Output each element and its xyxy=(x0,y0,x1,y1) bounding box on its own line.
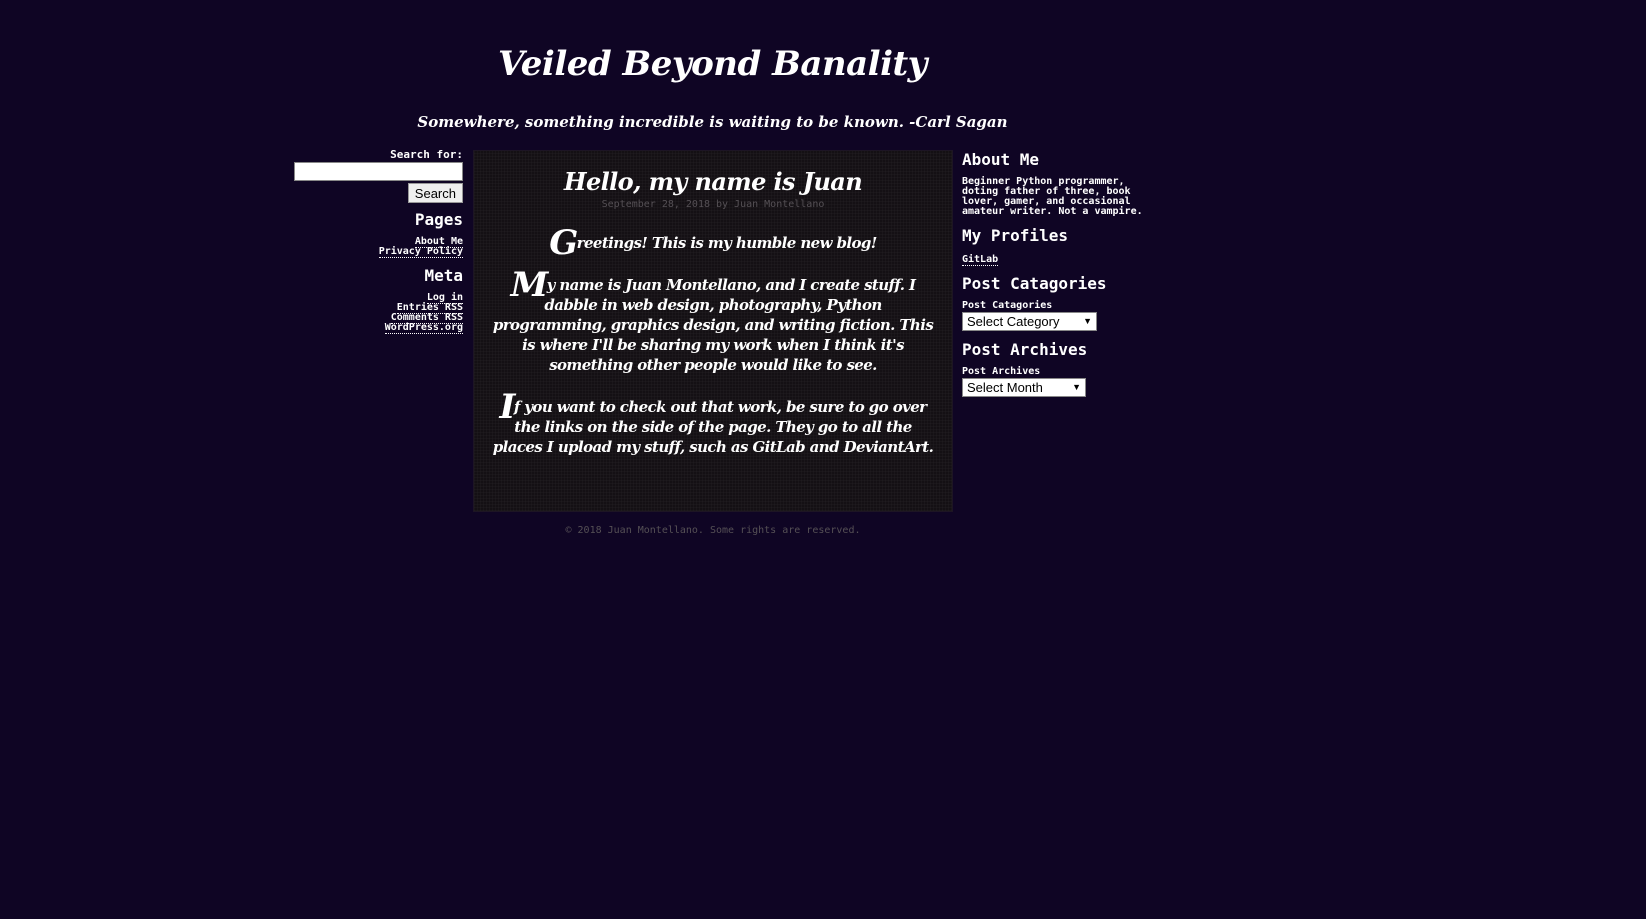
dropcap: M xyxy=(510,265,549,305)
profile-link-label: GitLab xyxy=(962,254,999,266)
post-body: Greetings! This is my humble new blog! M… xyxy=(490,226,936,457)
post-article: Hello, my name is Juan September 28, 201… xyxy=(473,150,953,512)
archives-label: Post Archives xyxy=(962,366,1041,377)
profiles-list: GitLab xyxy=(962,254,1162,266)
categories-widget-title: Post Catagories xyxy=(962,274,1107,293)
categories-label: Post Catagories xyxy=(962,300,1053,311)
meta-list: Log in Entries RSS Comments RSS WordPres… xyxy=(285,292,463,334)
category-select[interactable]: Select Category ▼ xyxy=(962,312,1097,331)
profile-link-gitlab[interactable]: GitLab xyxy=(962,254,1162,266)
archives-widget-title: Post Archives xyxy=(962,340,1088,359)
site-title[interactable]: Veiled Beyond Banality xyxy=(0,44,1425,84)
post-paragraph: If you want to check out that work, be s… xyxy=(490,390,936,457)
page-link-label: Privacy Policy xyxy=(378,246,463,258)
search-input[interactable] xyxy=(294,162,463,181)
archive-select[interactable]: Select Month ▼ xyxy=(962,378,1086,397)
meta-link-wordpress-org[interactable]: WordPress.org xyxy=(285,322,463,334)
profiles-widget-title: My Profiles xyxy=(962,226,1068,245)
post-meta: September 28, 2018 by Juan Montellano xyxy=(601,199,825,210)
left-sidebar: Search for: Search Pages About Me Privac… xyxy=(285,148,463,334)
site-tagline: Somewhere, something incredible is waiti… xyxy=(417,113,1008,131)
search-button[interactable]: Search xyxy=(407,183,463,203)
paragraph-text: reetings! This is my humble new blog! xyxy=(576,234,878,252)
paragraph-text: f you want to check out that work, be su… xyxy=(492,398,934,456)
pages-widget-title: Pages xyxy=(414,210,463,229)
archive-select-value: Select Month xyxy=(967,380,1043,395)
meta-widget-title: Meta xyxy=(424,266,463,285)
chevron-down-icon: ▼ xyxy=(1083,316,1092,326)
post-paragraph: My name is Juan Montellano, and I create… xyxy=(490,268,936,375)
search-label: Search for: xyxy=(390,148,463,161)
paragraph-text: y name is Juan Montellano, and I create … xyxy=(492,276,934,374)
about-text: Beginner Python programmer, doting fathe… xyxy=(962,176,1143,217)
chevron-down-icon: ▼ xyxy=(1072,382,1081,392)
right-sidebar: About Me Beginner Python programmer, dot… xyxy=(962,151,1162,397)
about-widget-title: About Me xyxy=(962,150,1040,169)
category-select-value: Select Category xyxy=(967,314,1060,329)
pages-list: About Me Privacy Policy xyxy=(285,236,463,258)
dropcap: G xyxy=(549,223,578,263)
page-link-privacy-policy[interactable]: Privacy Policy xyxy=(285,246,463,258)
post-paragraph: Greetings! This is my humble new blog! xyxy=(490,226,936,260)
dropcap: I xyxy=(499,387,516,427)
site-footer: © 2018 Juan Montellano. Some rights are … xyxy=(565,525,861,536)
meta-link-label: WordPress.org xyxy=(384,322,463,334)
post-title[interactable]: Hello, my name is Juan xyxy=(490,167,936,197)
